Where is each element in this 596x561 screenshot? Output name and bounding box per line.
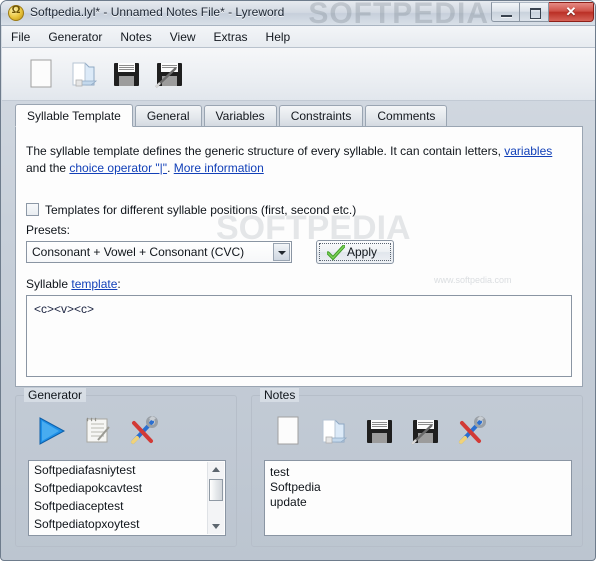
choice-operator-link[interactable]: choice operator "|" — [69, 161, 167, 175]
presets-selected-value: Consonant + Vowel + Consonant (CVC) — [32, 245, 245, 259]
scroll-up-icon[interactable] — [208, 462, 224, 477]
notes-panel-title: Notes — [260, 388, 300, 402]
presets-dropdown[interactable]: Consonant + Vowel + Consonant (CVC) — [26, 241, 292, 263]
syllable-template-label: Syllable template: — [26, 277, 121, 291]
syllable-positions-checkbox[interactable] — [26, 203, 39, 216]
chevron-down-icon[interactable] — [273, 243, 290, 261]
checkmark-icon — [327, 245, 345, 261]
notes-line: Softpedia — [270, 480, 321, 494]
tab-variables[interactable]: Variables — [203, 105, 277, 126]
save-icon[interactable] — [108, 56, 144, 92]
template-link[interactable]: template — [71, 277, 117, 291]
tab-constraints[interactable]: Constraints — [278, 105, 364, 126]
tmpl-label-suffix: : — [117, 277, 121, 291]
presets-label: Presets: — [26, 223, 71, 237]
menu-item-file[interactable]: File — [2, 26, 39, 48]
scrollbar-thumb[interactable] — [209, 479, 223, 501]
menu-bar: File Generator Notes View Extras Help — [2, 26, 595, 48]
generator-panel: Generator Softpediafasniytest Softpediap… — [15, 388, 237, 547]
notes-panel: Notes test Softpedia update — [251, 388, 583, 547]
main-toolbar — [2, 48, 595, 101]
menu-item-notes[interactable]: Notes — [111, 26, 160, 48]
list-item[interactable]: Softpediatopxoytest — [29, 515, 225, 533]
generator-settings-icon[interactable] — [124, 412, 162, 450]
menu-item-help[interactable]: Help — [257, 26, 300, 48]
tab-description: The syllable template defines the generi… — [26, 143, 571, 177]
edit-list-icon[interactable] — [78, 412, 116, 450]
apply-button[interactable]: Apply — [316, 240, 394, 264]
generator-panel-title: Generator — [24, 388, 87, 402]
syllable-positions-label: Templates for different syllable positio… — [45, 203, 357, 217]
close-button[interactable]: ✕ — [549, 2, 594, 22]
notes-line: test — [270, 465, 290, 479]
open-folder-icon[interactable] — [65, 56, 101, 92]
notes-textarea[interactable]: test Softpedia update — [264, 460, 572, 536]
title-bar[interactable]: SOFTPEDIA Softpedia.lyl* - Unnamed Notes… — [1, 1, 595, 30]
close-icon: ✕ — [565, 4, 577, 19]
list-item[interactable]: Softpediapokcavtest — [29, 479, 225, 497]
list-item[interactable]: Softpediaceptest — [29, 497, 225, 515]
minimize-button[interactable] — [491, 2, 520, 22]
tab-syllable-template[interactable]: Syllable Template — [15, 104, 133, 127]
variables-link[interactable]: variables — [504, 144, 552, 158]
syllable-template-input[interactable]: <c><v><c> — [26, 295, 572, 377]
syllable-template-value: <c><v><c> — [34, 302, 95, 316]
run-generator-icon[interactable] — [32, 412, 70, 450]
maximize-icon — [530, 8, 541, 19]
scroll-down-icon[interactable] — [208, 519, 224, 534]
notes-save-as-icon[interactable] — [406, 412, 444, 450]
tab-comments[interactable]: Comments — [365, 105, 448, 126]
desc-text-2: and the — [26, 161, 70, 175]
notes-settings-icon[interactable] — [452, 412, 490, 450]
maximize-button[interactable] — [520, 2, 549, 22]
generator-results-list[interactable]: Softpediafasniytest Softpediapokcavtest … — [28, 460, 226, 536]
generator-list-scrollbar[interactable] — [207, 462, 224, 534]
menu-item-extras[interactable]: Extras — [205, 26, 257, 48]
tab-general[interactable]: General — [134, 105, 202, 126]
menu-item-view[interactable]: View — [161, 26, 205, 48]
list-item[interactable]: Softpediafasniytest — [29, 461, 225, 479]
main-tab-panel: Syllable Template General Variables Cons… — [15, 104, 583, 387]
syllable-positions-checkbox-row[interactable]: Templates for different syllable positio… — [26, 201, 356, 219]
menu-item-generator[interactable]: Generator — [39, 26, 111, 48]
more-information-link[interactable]: More information — [174, 161, 264, 175]
tab-strip: Syllable Template General Variables Cons… — [15, 104, 449, 127]
application-window: SOFTPEDIA Softpedia.lyl* - Unnamed Notes… — [0, 0, 596, 561]
notes-new-icon[interactable] — [268, 412, 306, 450]
new-file-icon[interactable] — [22, 56, 58, 92]
save-as-icon[interactable] — [151, 56, 187, 92]
notes-line: update — [270, 495, 307, 509]
notes-save-icon[interactable] — [360, 412, 398, 450]
window-title: Softpedia.lyl* - Unnamed Notes File* - L… — [30, 5, 285, 19]
app-icon — [8, 4, 24, 21]
notes-open-icon[interactable] — [314, 412, 352, 450]
window-controls: ✕ — [491, 2, 594, 23]
desc-text-1: The syllable template defines the generi… — [26, 144, 505, 158]
apply-button-label: Apply — [347, 245, 378, 259]
tmpl-label-prefix: Syllable — [26, 277, 72, 291]
watermark-url: www.softpedia.com — [434, 275, 512, 285]
desc-text-3: . — [167, 161, 174, 175]
minimize-icon — [501, 15, 512, 17]
tab-content-syllable-template: SOFTPEDIA www.softpedia.com The syllable… — [15, 126, 583, 387]
